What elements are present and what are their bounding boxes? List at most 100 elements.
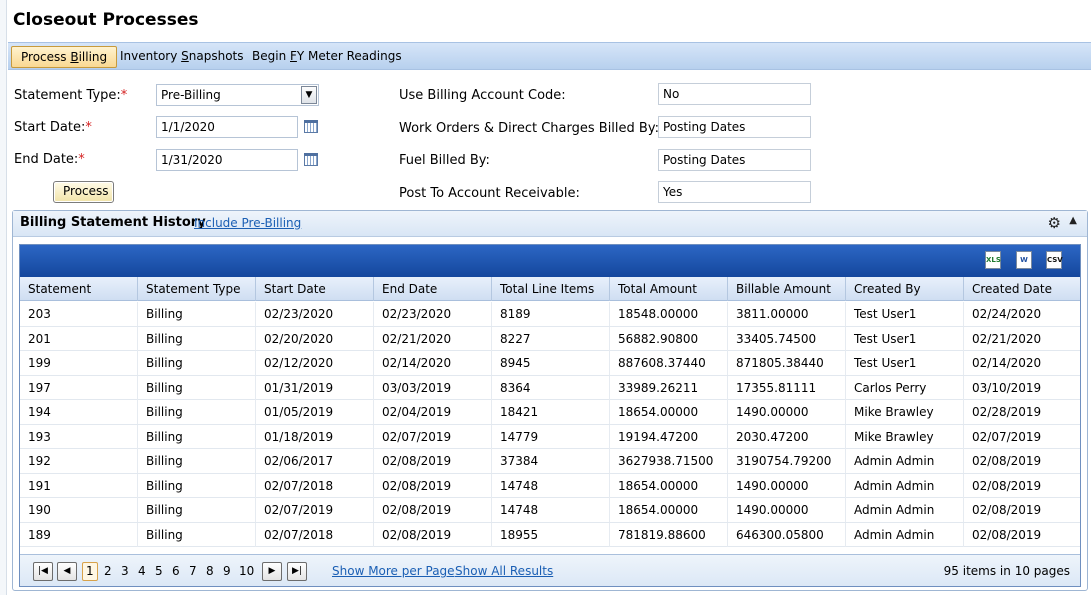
include-pre-billing-link[interactable]: Include Pre-Billing	[194, 216, 301, 230]
table-row[interactable]: 191 Billing 02/07/2018 02/08/2019 14748 18654…	[20, 473, 1080, 498]
cell-total-amount: 3627938.71500	[610, 449, 728, 473]
calendar-icon[interactable]	[304, 153, 318, 166]
work-orders-billed-by-value: Posting Dates	[658, 116, 811, 138]
page-title: Closeout Processes	[13, 10, 199, 30]
left-edge-strip	[0, 0, 7, 595]
statement-type-select[interactable]: Pre-Billing ▼	[156, 84, 319, 106]
cell-start-date: 02/07/2018	[256, 522, 374, 547]
table-row[interactable]: 199 Billing 02/12/2020 02/14/2020 8945 887608…	[20, 351, 1080, 376]
page-number[interactable]: 6	[172, 564, 180, 578]
grid-body: 203 Billing 02/23/2020 02/23/2020 8189 18548.…	[20, 302, 1080, 547]
cell-billable-amount: 33405.74500	[728, 326, 846, 351]
cell-total-line-items: 8227	[492, 326, 610, 351]
table-row[interactable]: 193 Billing 01/18/2019 02/07/2019 14779 19194…	[20, 424, 1080, 449]
page-number[interactable]: 7	[189, 564, 197, 578]
fuel-billed-by-value: Posting Dates	[658, 149, 811, 171]
excel-export-icon[interactable]: XLS	[985, 251, 1001, 269]
cell-total-amount: 19194.47200	[610, 424, 728, 449]
column-header-statement[interactable]: Statement	[20, 277, 138, 301]
gear-icon[interactable]: ⚙	[1048, 216, 1061, 231]
cell-total-amount: 33989.26211	[610, 375, 728, 400]
pager-info: 95 items in 10 pages	[943, 564, 1070, 578]
dropdown-arrow-icon[interactable]: ▼	[301, 86, 317, 104]
page-number[interactable]: 4	[138, 564, 146, 578]
tab-begin-fy-meter-readings[interactable]: Begin FY Meter Readings	[243, 46, 411, 68]
cell-end-date: 03/03/2019	[374, 375, 492, 400]
table-row[interactable]: 189 Billing 02/07/2018 02/08/2019 18955 78181…	[20, 522, 1080, 547]
cell-statement-type: Billing	[138, 473, 256, 498]
collapse-icon[interactable]: ▲	[1069, 215, 1077, 226]
cell-created-date: 02/08/2019	[972, 478, 1042, 493]
cell-total-line-items: 37384	[492, 449, 610, 473]
table-row[interactable]: 203 Billing 02/23/2020 02/23/2020 8189 18548.…	[20, 302, 1080, 327]
cell-statement-type: Billing	[138, 449, 256, 473]
column-header-end-date[interactable]: End Date	[374, 277, 492, 301]
calendar-icon[interactable]	[304, 120, 318, 133]
page-number[interactable]: 10	[239, 564, 254, 578]
column-header-statement-type[interactable]: Statement Type	[138, 277, 256, 301]
cell-statement-type: Billing	[138, 400, 256, 424]
table-row[interactable]: 190 Billing 02/07/2019 02/08/2019 14748 18654…	[20, 498, 1080, 523]
post-to-ar-label: Post To Account Receivable:	[399, 186, 580, 201]
column-header-created-date[interactable]: Created Date	[964, 277, 1080, 301]
show-all-results-link[interactable]: Show All Results	[455, 564, 553, 578]
cell-created-date: 02/28/2019	[972, 405, 1042, 419]
cell-statement: 203	[20, 302, 138, 326]
prev-page-button[interactable]: ◀	[57, 562, 77, 581]
cell-total-line-items: 8364	[492, 375, 610, 400]
cell-end-date: 02/08/2019	[374, 473, 492, 498]
cell-created-date: 02/21/2020	[972, 331, 1042, 346]
cell-created-by: Test User1	[846, 326, 964, 351]
end-date-input[interactable]: 1/31/2020	[156, 149, 298, 171]
process-button[interactable]: Process	[53, 181, 114, 203]
cell-end-date: 02/21/2020	[374, 326, 492, 351]
cell-total-amount: 18654.00000	[610, 400, 728, 424]
cell-statement-type: Billing	[138, 375, 256, 400]
cell-statement: 191	[20, 473, 138, 498]
cell-total-amount: 18654.00000	[610, 498, 728, 522]
tab-process-billing[interactable]: Process Billing	[11, 46, 118, 68]
word-export-icon[interactable]: W	[1016, 251, 1032, 269]
column-header-created-by[interactable]: Created By	[846, 277, 964, 301]
start-date-input[interactable]: 1/1/2020	[156, 116, 298, 138]
cell-billable-amount: 2030.47200	[728, 424, 846, 449]
end-date-label: End Date:*	[14, 152, 85, 167]
page-number[interactable]: 3	[121, 564, 129, 578]
cell-statement: 201	[20, 326, 138, 351]
column-header-start-date[interactable]: Start Date	[256, 277, 374, 301]
table-row[interactable]: 192 Billing 02/06/2017 02/08/2019 37384 36279…	[20, 449, 1080, 474]
cell-total-amount: 56882.90800	[610, 326, 728, 351]
cell-statement: 189	[20, 522, 138, 547]
cell-created-by: Test User1	[846, 302, 964, 326]
page-number-current[interactable]: 1	[82, 562, 98, 581]
last-page-button[interactable]: ▶|	[287, 562, 307, 581]
page-number[interactable]: 2	[104, 564, 112, 578]
cell-statement-type: Billing	[138, 522, 256, 547]
show-more-per-page-link[interactable]: Show More per Page	[332, 564, 455, 578]
required-marker: *	[85, 120, 92, 135]
cell-end-date: 02/23/2020	[374, 302, 492, 326]
table-row[interactable]: 194 Billing 01/05/2019 02/04/2019 18421 18654…	[20, 400, 1080, 425]
column-header-total-amount[interactable]: Total Amount	[610, 277, 728, 301]
cell-end-date: 02/04/2019	[374, 400, 492, 424]
page-number[interactable]: 9	[223, 564, 231, 578]
page-number[interactable]: 5	[155, 564, 163, 578]
table-row[interactable]: 197 Billing 01/31/2019 03/03/2019 8364 33989.…	[20, 375, 1080, 400]
column-header-total-line-items[interactable]: Total Line Items	[492, 277, 610, 301]
column-header-billable-amount[interactable]: Billable Amount	[728, 277, 846, 301]
tab-inventory-snapshots[interactable]: Inventory Snapshots	[111, 46, 253, 68]
csv-export-icon[interactable]: CSV	[1046, 251, 1063, 269]
page-number[interactable]: 8	[206, 564, 214, 578]
cell-statement: 199	[20, 351, 138, 375]
cell-created-date: 03/10/2019	[972, 380, 1042, 395]
table-row[interactable]: 201 Billing 02/20/2020 02/21/2020 8227 56882.…	[20, 326, 1080, 351]
next-page-button[interactable]: ▶	[262, 562, 282, 581]
cell-billable-amount: 646300.05800	[728, 522, 846, 547]
cell-created-by: Admin Admin	[846, 522, 964, 547]
cell-end-date: 02/07/2019	[374, 424, 492, 449]
cell-end-date: 02/14/2020	[374, 351, 492, 375]
cell-total-line-items: 18955	[492, 522, 610, 547]
cell-start-date: 02/20/2020	[256, 326, 374, 351]
first-page-button[interactable]: |◀	[33, 562, 53, 581]
work-orders-billed-by-label: Work Orders & Direct Charges Billed By:	[399, 121, 659, 136]
